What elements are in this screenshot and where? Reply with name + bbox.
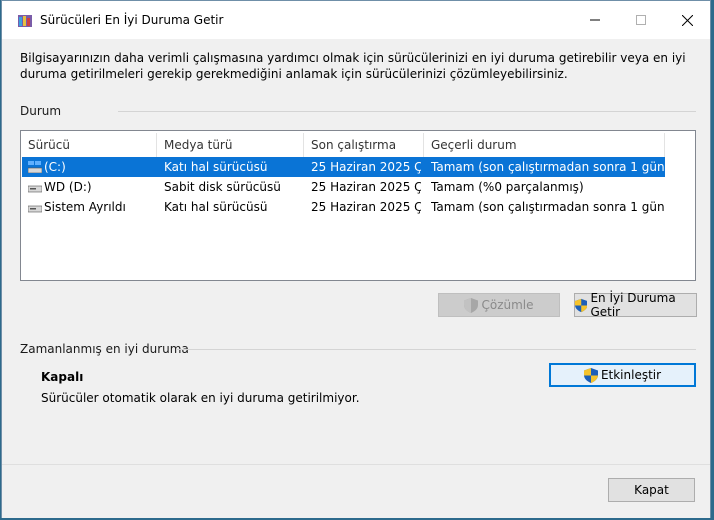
maximize-button[interactable]	[618, 1, 664, 39]
drive-name: Sistem Ayrıldı	[44, 200, 126, 214]
drive-name: (C:)	[44, 160, 66, 174]
minimize-button[interactable]	[572, 1, 618, 39]
media-type: Katı hal sürücüsü	[164, 160, 268, 174]
status-heading: Durum	[20, 104, 62, 118]
media-type: Sabit disk sürücüsü	[164, 180, 281, 194]
defrag-window: Sürücüleri En İyi Duruma Getir Bilgisaya…	[1, 0, 711, 518]
drives-listview[interactable]: Sürücü Medya türü Son çalıştırma Geçerli…	[20, 130, 696, 281]
close-label: Kapat	[634, 483, 669, 497]
table-row[interactable]: Sistem Ayrıldı Katı hal sürücüsü 25 Hazi…	[22, 197, 665, 217]
scheduled-heading: Zamanlanmış en iyi duruma	[20, 342, 189, 356]
last-run: 25 Haziran 2025 Ça...	[311, 180, 421, 194]
shield-icon	[464, 297, 479, 313]
current-status: Tamam (son çalıştırmadan sonra 1 gün)	[431, 160, 665, 174]
hard-drive-icon	[28, 185, 42, 193]
status-divider	[118, 111, 696, 112]
title-bar: Sürücüleri En İyi Duruma Getir	[2, 1, 710, 39]
analyze-button[interactable]: Çözümle	[438, 293, 560, 317]
last-run: 25 Haziran 2025 Ça...	[311, 200, 421, 214]
windows-drive-icon	[28, 161, 42, 173]
defrag-app-icon	[18, 15, 32, 27]
intro-text: Bilgisayarınızın daha verimli çalışmasın…	[20, 51, 686, 81]
column-separator[interactable]	[664, 133, 665, 157]
schedule-description: Sürücüler otomatik olarak en iyi duruma …	[41, 391, 360, 405]
maximize-icon	[636, 15, 646, 25]
optimize-label: En İyi Duruma Getir	[590, 291, 676, 319]
close-window-button[interactable]	[664, 1, 710, 39]
column-header-drive[interactable]: Sürücü	[21, 131, 156, 159]
hard-drive-icon	[28, 205, 42, 213]
close-icon	[681, 14, 693, 26]
scheduled-divider	[176, 349, 696, 350]
uac-shield-icon	[583, 367, 598, 383]
current-status: Tamam (%0 parçalanmış)	[431, 180, 584, 194]
drive-name: WD (D:)	[44, 180, 92, 194]
enable-label: Etkinleştir	[600, 368, 662, 382]
minimize-icon	[590, 19, 600, 21]
listview-header: Sürücü Medya türü Son çalıştırma Geçerli…	[21, 131, 695, 159]
schedule-state: Kapalı	[41, 370, 84, 384]
table-row[interactable]: WD (D:) Sabit disk sürücüsü 25 Haziran 2…	[22, 177, 665, 197]
uac-shield-icon	[575, 298, 588, 312]
column-header-last-run[interactable]: Son çalıştırma	[304, 131, 423, 159]
window-title: Sürücüleri En İyi Duruma Getir	[40, 13, 224, 27]
optimize-button[interactable]: En İyi Duruma Getir	[574, 291, 697, 319]
media-type: Katı hal sürücüsü	[164, 200, 268, 214]
analyze-label: Çözümle	[481, 298, 534, 312]
enable-schedule-button[interactable]: Etkinleştir	[549, 363, 696, 387]
column-header-status[interactable]: Geçerli durum	[424, 131, 664, 159]
last-run: 25 Haziran 2025 Ça...	[311, 160, 421, 174]
column-header-media[interactable]: Medya türü	[157, 131, 303, 159]
current-status: Tamam (son çalıştırmadan sonra 1 gün)	[431, 200, 665, 214]
dialog-footer: Kapat	[2, 464, 710, 518]
close-button[interactable]: Kapat	[608, 478, 695, 502]
table-row[interactable]: (C:) Katı hal sürücüsü 25 Haziran 2025 Ç…	[22, 157, 665, 177]
